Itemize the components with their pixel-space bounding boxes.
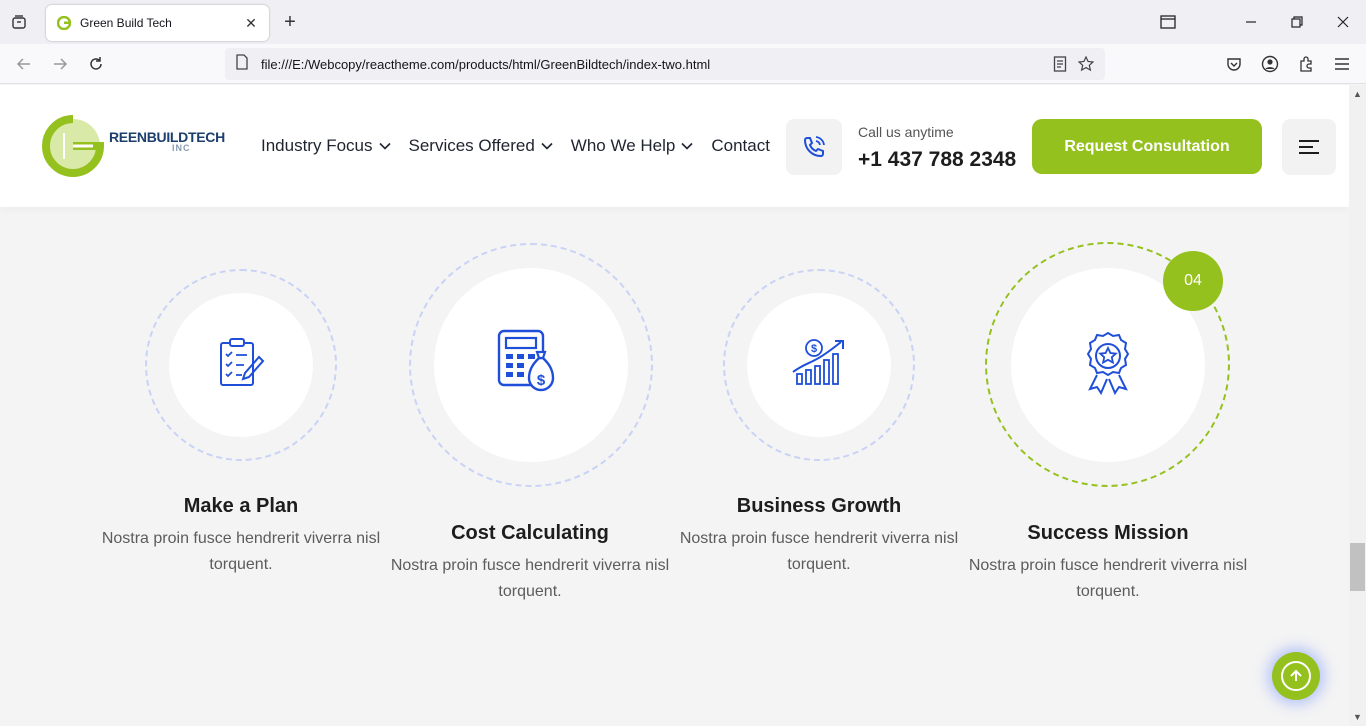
step-icon-circle — [169, 293, 313, 437]
phone-ring-icon — [803, 136, 825, 158]
step-description: Nostra proin fusce hendrerit viverra nis… — [679, 530, 959, 573]
menu-item-who-we-help[interactable]: Who We Help — [571, 136, 694, 156]
step-title: Cost Calculating — [451, 522, 609, 544]
call-label: Call us anytime — [858, 124, 954, 140]
step-description: Nostra proin fusce hendrerit viverra nis… — [390, 557, 670, 600]
phone-call-button[interactable] — [786, 119, 842, 175]
tab-title: Green Build Tech — [80, 16, 172, 30]
growth-chart-icon: $ — [791, 338, 847, 393]
calculator-money-icon: $ — [496, 328, 566, 403]
chevron-down-icon — [378, 142, 391, 150]
call-number[interactable]: +1 437 788 2348 — [858, 148, 1016, 172]
restore-icon[interactable] — [1285, 10, 1309, 34]
step-number-badge: 04 — [1163, 251, 1223, 311]
browser-tab[interactable]: Green Build Tech ✕ — [46, 5, 269, 41]
scroll-down-arrow-icon[interactable]: ▼ — [1350, 710, 1365, 724]
logo-inc: INC — [172, 143, 191, 153]
main-menu: Industry Focus Services Offered Who We H… — [261, 136, 770, 156]
svg-text:$: $ — [811, 343, 817, 355]
menu-item-services-offered[interactable]: Services Offered — [409, 136, 553, 156]
url-bar[interactable]: file:///E:/Webcopy/reactheme.com/product… — [225, 48, 1105, 80]
hamburger-icon — [1299, 140, 1319, 154]
bookmark-star-icon[interactable] — [1077, 55, 1095, 73]
step-icon-circle: $ — [434, 268, 628, 462]
new-tab-icon[interactable]: + — [280, 11, 300, 33]
site-favicon-icon — [56, 15, 72, 31]
close-tab-icon[interactable]: ✕ — [243, 15, 259, 31]
pocket-icon[interactable] — [1224, 54, 1244, 74]
step-title: Make a Plan — [183, 495, 299, 517]
close-window-icon[interactable] — [1331, 10, 1355, 34]
clipboard-plan-icon — [217, 337, 265, 394]
arrow-up-icon — [1281, 661, 1311, 691]
step-icon-circle: $ — [747, 293, 891, 437]
menu-item-contact[interactable]: Contact — [711, 136, 770, 156]
step-description: Nostra proin fusce hendrerit viverra nis… — [101, 530, 381, 573]
scroll-up-arrow-icon[interactable]: ▲ — [1350, 87, 1365, 101]
logo-mark-icon — [42, 115, 104, 177]
extensions-icon[interactable] — [1296, 54, 1316, 74]
step-title: Business Growth — [736, 495, 902, 517]
tab-list-icon[interactable] — [9, 12, 29, 32]
scrollbar-thumb[interactable] — [1350, 543, 1365, 591]
award-badge-icon — [1082, 331, 1134, 400]
site-header: REENBUILDTECH INC Industry Focus Service… — [0, 85, 1349, 207]
offcanvas-menu-button[interactable] — [1282, 119, 1336, 175]
menu-item-industry-focus[interactable]: Industry Focus — [261, 136, 391, 156]
step-title: Success Mission — [1027, 522, 1189, 544]
back-icon[interactable] — [14, 54, 34, 74]
svg-text:$: $ — [537, 372, 546, 389]
account-icon[interactable] — [1260, 54, 1280, 74]
site-logo[interactable]: REENBUILDTECH INC — [42, 115, 225, 177]
window-tabs-icon[interactable] — [1156, 10, 1180, 34]
page-scrollbar[interactable] — [1349, 85, 1366, 726]
reader-view-icon[interactable] — [1051, 55, 1069, 73]
browser-tabbar: Green Build Tech ✕ + — [0, 0, 1366, 44]
scroll-to-top-button[interactable] — [1272, 652, 1320, 700]
chevron-down-icon — [681, 142, 693, 150]
reload-icon[interactable] — [86, 54, 106, 74]
step-description: Nostra proin fusce hendrerit viverra nis… — [968, 557, 1248, 600]
url-text[interactable]: file:///E:/Webcopy/reactheme.com/product… — [261, 57, 1043, 72]
page-file-icon — [235, 53, 249, 75]
minimize-icon[interactable] — [1239, 10, 1263, 34]
forward-icon[interactable] — [50, 54, 70, 74]
request-consultation-button[interactable]: Request Consultation — [1032, 119, 1262, 174]
chevron-down-icon — [541, 142, 553, 150]
app-menu-icon[interactable] — [1332, 54, 1352, 74]
page-viewport: Make a Plan Nostra proin fusce hendrerit… — [0, 85, 1349, 726]
logo-text: REENBUILDTECH — [109, 129, 225, 145]
